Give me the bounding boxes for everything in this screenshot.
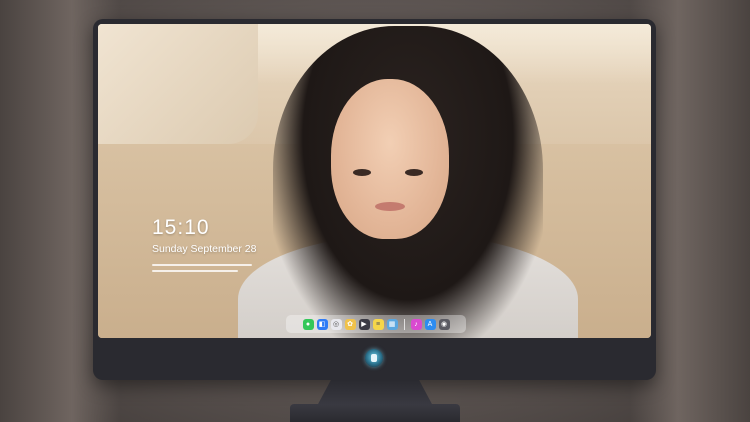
notes-icon[interactable]: ≡ [372,318,384,330]
notification-placeholder-line [152,264,252,266]
monitor-stand-neck [317,380,433,406]
lock-clock: 15:10 [152,216,210,239]
wallpaper-sofa [98,24,258,144]
music-icon[interactable]: ♪ [410,318,422,330]
brand-logo-icon [365,349,383,367]
safari-icon[interactable]: ◎ [330,318,342,330]
appstore-icon[interactable]: A [424,318,436,330]
photos-icon[interactable]: ✿ [344,318,356,330]
messages-icon[interactable]: ● [302,318,314,330]
wallpaper-lips [375,202,405,211]
wallpaper-person-face [331,79,449,239]
monitor: 15:10 Sunday September 28 ● ◧ ◎ ✿ ▶ ≡ ▦ ♪ A ◉ [93,19,656,380]
video-icon[interactable]: ▶ [358,318,370,330]
wallpaper-eye-right [405,169,423,176]
lock-date: Sunday September 28 [152,243,257,255]
lock-screen[interactable]: 15:10 Sunday September 28 ● ◧ ◎ ✿ ▶ ≡ ▦ ♪ A ◉ [98,24,651,338]
notification-placeholder-line [152,270,238,272]
dock: ● ◧ ◎ ✿ ▶ ≡ ▦ ♪ A ◉ [286,315,466,333]
wallpaper-eye-left [353,169,371,176]
camera-icon[interactable]: ◉ [438,318,450,330]
preview-icon[interactable]: ▦ [386,318,398,330]
monitor-stand-base [290,404,460,422]
dock-separator [403,318,405,330]
finder-icon[interactable]: ◧ [316,318,328,330]
